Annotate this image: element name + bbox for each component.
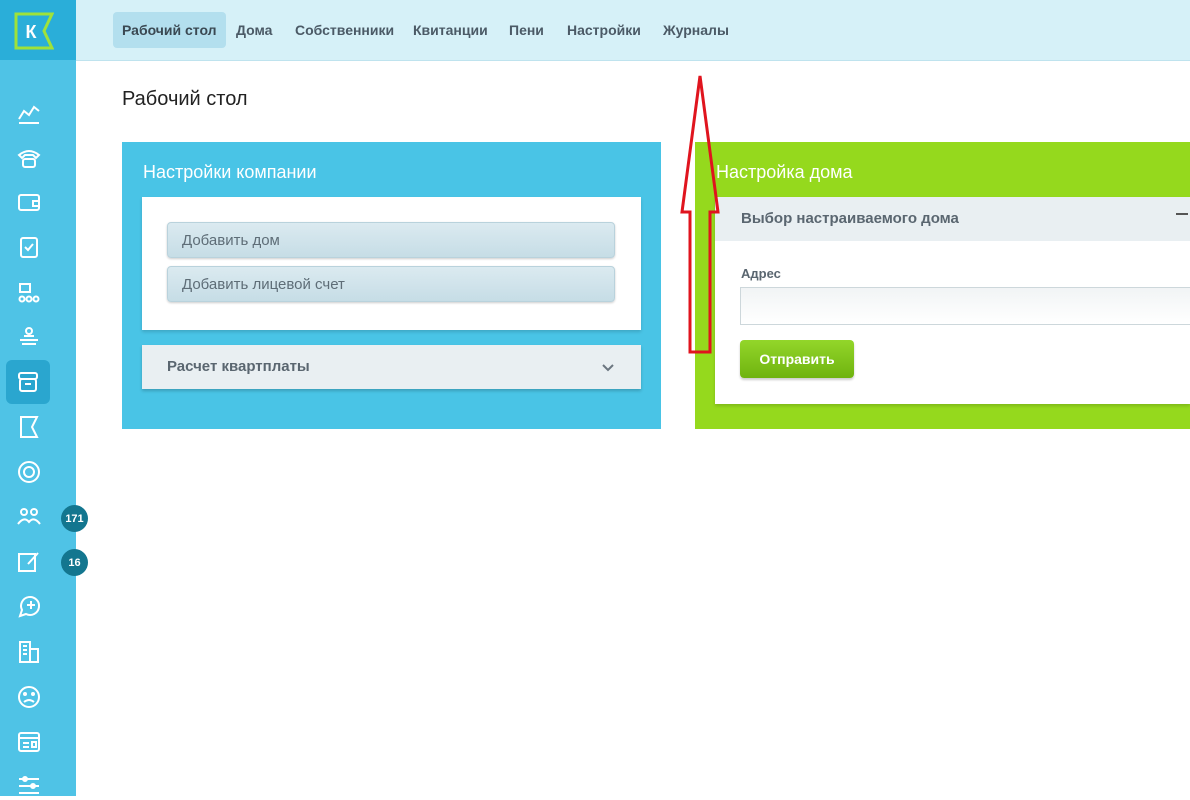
address-label: Адрес — [741, 266, 781, 281]
logo-area[interactable]: К — [0, 0, 76, 60]
dashboard-icon[interactable] — [14, 727, 44, 757]
org-chart-icon[interactable] — [14, 279, 44, 309]
note-edit-icon[interactable] — [14, 547, 44, 577]
annotation-arrow-icon — [680, 75, 720, 354]
nav-houses[interactable]: Дома — [227, 12, 281, 48]
rent-calculation-section[interactable]: Расчет квартплаты — [142, 345, 641, 389]
svg-text:К: К — [26, 22, 38, 42]
community-badge: 171 — [61, 505, 88, 532]
cashier-icon[interactable] — [14, 322, 44, 352]
building-icon[interactable] — [14, 637, 44, 667]
analytics-icon[interactable] — [14, 97, 44, 127]
chat-add-icon[interactable] — [14, 592, 44, 622]
nav-settings[interactable]: Настройки — [558, 12, 650, 48]
top-navigation: Рабочий стол Дома Собственники Квитанции… — [76, 0, 1190, 61]
house-selection-header[interactable]: Выбор настраиваемого дома — [715, 197, 1190, 241]
wallet-icon[interactable] — [14, 187, 44, 217]
nav-owners[interactable]: Собственники — [286, 12, 403, 48]
nav-desktop[interactable]: Рабочий стол — [113, 12, 226, 48]
company-actions-panel: Добавить дом Добавить лицевой счет — [142, 197, 641, 330]
phone-icon[interactable] — [14, 143, 44, 173]
house-selection-panel: Выбор настраиваемого дома Адрес Отправит… — [715, 197, 1190, 404]
nav-journals[interactable]: Журналы — [654, 12, 738, 48]
house-settings-title: Настройка дома — [716, 162, 853, 182]
archive-icon[interactable] — [6, 360, 50, 404]
company-settings-card: Настройки компании Добавить дом Добавить… — [122, 142, 661, 429]
house-selection-title: Выбор настраиваемого дома — [741, 210, 959, 227]
sidebar: К 171 16 — [0, 0, 88, 796]
minimize-icon[interactable] — [1176, 213, 1188, 215]
submit-button[interactable]: Отправить — [740, 340, 854, 378]
address-input[interactable] — [740, 287, 1190, 325]
clipboard-check-icon[interactable] — [14, 232, 44, 262]
add-account-button[interactable]: Добавить лицевой счет — [167, 266, 615, 302]
flag-icon[interactable] — [14, 412, 44, 442]
nav-receipts[interactable]: Квитанции — [404, 12, 497, 48]
coin-icon[interactable] — [14, 457, 44, 487]
chevron-down-icon[interactable] — [599, 358, 617, 376]
logo-icon[interactable]: К — [14, 12, 54, 50]
rent-calculation-label: Расчет квартплаты — [167, 358, 310, 375]
company-settings-title: Настройки компании — [143, 162, 317, 182]
page-title: Рабочий стол — [122, 88, 248, 110]
sad-face-icon[interactable] — [14, 682, 44, 712]
house-settings-card: Настройка дома Выбор настраиваемого дома… — [695, 142, 1190, 429]
notes-badge: 16 — [61, 549, 88, 576]
nav-penalties[interactable]: Пени — [500, 12, 553, 48]
add-house-button[interactable]: Добавить дом — [167, 222, 615, 258]
community-icon[interactable] — [14, 502, 44, 532]
